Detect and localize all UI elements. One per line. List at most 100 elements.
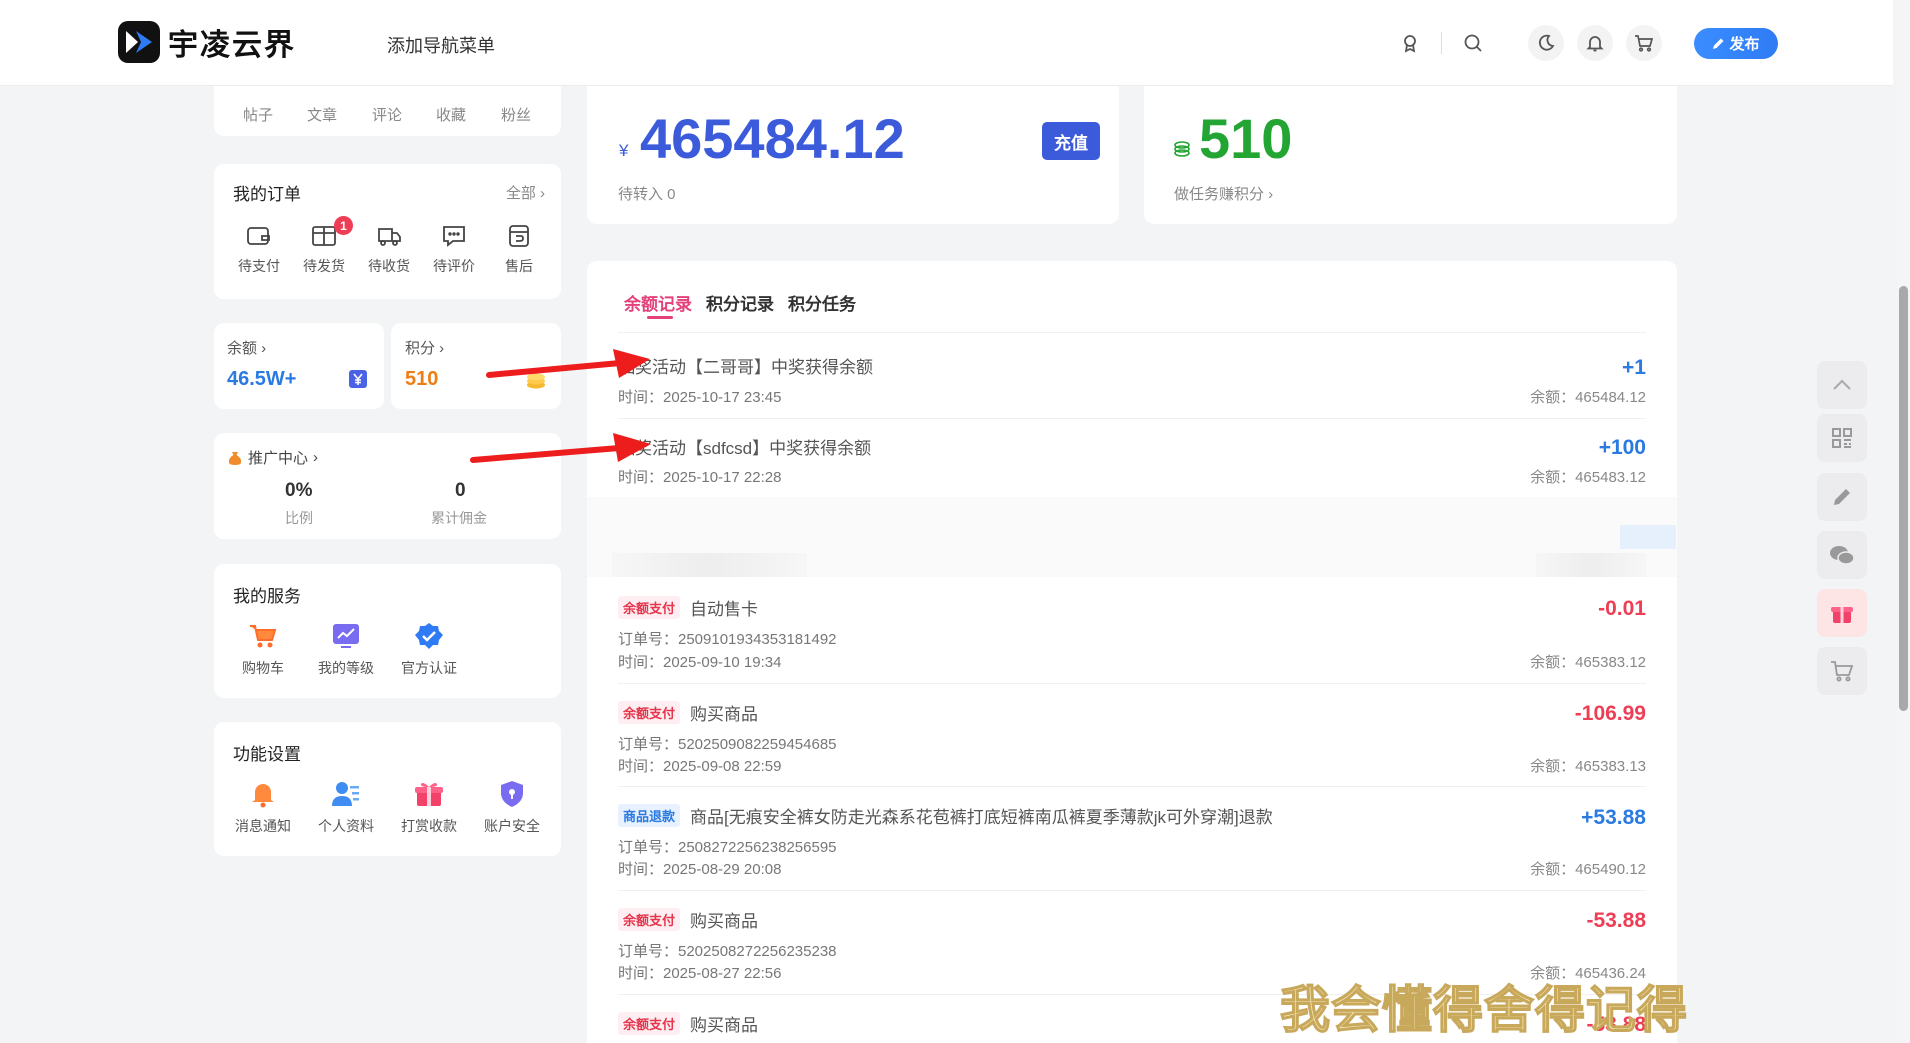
service-level[interactable]: 我的等级 bbox=[311, 622, 381, 678]
order-pending-review[interactable]: 待评价 bbox=[419, 224, 489, 276]
blurred-text bbox=[612, 553, 807, 577]
chevron-up-icon bbox=[1833, 379, 1851, 390]
order-pending-ship-label: 待发货 bbox=[303, 258, 345, 274]
tab-balance-records[interactable]: 余额记录 bbox=[624, 290, 692, 315]
package-icon bbox=[312, 226, 336, 246]
promo-ratio-label: 比例 bbox=[285, 510, 313, 526]
record-title: 余额支付 购买商品 bbox=[618, 1011, 758, 1036]
notification-bell-icon bbox=[252, 784, 274, 808]
edit-button[interactable] bbox=[1817, 473, 1867, 521]
settings-card: 功能设置 消息通知 个人资料 打赏收款 账户安全 bbox=[214, 722, 561, 856]
badge-icon[interactable] bbox=[1392, 25, 1428, 61]
bell-icon[interactable] bbox=[1577, 25, 1613, 61]
publish-label: 发布 bbox=[1729, 36, 1760, 53]
service-level-label: 我的等级 bbox=[318, 660, 374, 676]
mini-points-label: 积分 › bbox=[405, 340, 445, 357]
record-balance: 余额：465383.12 bbox=[1530, 654, 1646, 671]
logo-mark-icon bbox=[118, 21, 160, 63]
gift-button[interactable] bbox=[1817, 589, 1867, 637]
stat-favorites[interactable]: 收藏 bbox=[436, 104, 466, 125]
order-after-sale[interactable]: 售后 bbox=[484, 224, 554, 276]
record-amount: +100 bbox=[1598, 436, 1646, 459]
level-chart-icon bbox=[333, 624, 359, 648]
record-row: 抽奖活动【sdfcsd】中奖获得余额 时间：2025-10-17 22:28 +… bbox=[618, 418, 1646, 499]
stat-fans[interactable]: 粉丝 bbox=[501, 104, 531, 125]
tab-points-tasks[interactable]: 积分任务 bbox=[788, 290, 856, 315]
stat-articles[interactable]: 文章 bbox=[307, 104, 337, 125]
recharge-button[interactable]: 充值 bbox=[1042, 122, 1100, 160]
order-pending-receive[interactable]: 待收货 bbox=[354, 224, 424, 276]
wechat-button[interactable] bbox=[1817, 531, 1867, 579]
record-order-no: 订单号：2509101934353181492 bbox=[618, 631, 837, 648]
record-tag: 余额支付 bbox=[618, 701, 681, 724]
gift-icon bbox=[1831, 607, 1853, 623]
record-amount: -53.88 bbox=[1586, 909, 1646, 932]
watermark-text: 我会懂得舍得记得 bbox=[1279, 981, 1688, 1039]
verified-badge-icon bbox=[415, 623, 443, 649]
blurred-text bbox=[1536, 553, 1646, 577]
promotion-center-link[interactable]: 推广中心 › bbox=[227, 447, 318, 468]
gift-icon bbox=[415, 783, 443, 806]
site-logo[interactable]: 宇凌云界 bbox=[118, 20, 296, 64]
setting-tips[interactable]: 打赏收款 bbox=[394, 780, 464, 836]
service-cart[interactable]: 购物车 bbox=[228, 622, 298, 678]
record-balance: 余额：465490.12 bbox=[1530, 861, 1646, 878]
publish-button[interactable]: 发布 bbox=[1694, 28, 1778, 59]
shopping-cart-icon bbox=[250, 625, 277, 648]
qrcode-button[interactable] bbox=[1817, 414, 1867, 462]
record-tag: 余额支付 bbox=[618, 908, 681, 931]
scrollbar-thumb[interactable] bbox=[1899, 286, 1908, 711]
records-tabs: 余额记录 积分记录 积分任务 bbox=[624, 290, 856, 315]
order-pending-review-label: 待评价 bbox=[433, 258, 475, 274]
cart-icon[interactable] bbox=[1626, 25, 1662, 61]
record-order-no: 订单号：5202509082259454685 bbox=[618, 736, 837, 753]
setting-profile[interactable]: 个人资料 bbox=[311, 780, 381, 836]
yen-card-icon bbox=[349, 370, 367, 388]
mini-points-value: 510 bbox=[405, 368, 439, 390]
record-amount: -106.99 bbox=[1574, 702, 1646, 725]
earn-points-link[interactable]: 做任务赚积分 › bbox=[1174, 183, 1273, 204]
back-to-top-button[interactable] bbox=[1817, 361, 1867, 409]
record-time: 时间：2025-10-17 23:45 bbox=[618, 389, 782, 406]
service-verification-label: 官方认证 bbox=[401, 660, 457, 676]
active-tab-indicator bbox=[647, 316, 673, 319]
chat-icon bbox=[443, 226, 465, 247]
shield-icon bbox=[501, 781, 523, 807]
order-badge: 1 bbox=[334, 216, 353, 235]
coin-stack-icon bbox=[1174, 141, 1190, 157]
wechat-icon bbox=[1830, 546, 1855, 565]
record-title: 商品退款 商品[无痕安全裤女防走光森系花苞裤打底短裤南瓜裤夏季薄款jk可外穿潮]退… bbox=[618, 803, 1273, 828]
service-verification[interactable]: 官方认证 bbox=[394, 622, 464, 678]
setting-security[interactable]: 账户安全 bbox=[477, 780, 547, 836]
add-nav-menu-link[interactable]: 添加导航菜单 bbox=[387, 32, 495, 58]
record-balance: 余额：465483.12 bbox=[1530, 469, 1646, 486]
mini-balance-card[interactable]: 余额 › 46.5W+ bbox=[214, 323, 384, 409]
order-pending-pay-label: 待支付 bbox=[238, 258, 280, 274]
money-bag-icon bbox=[228, 451, 242, 465]
record-tag: 余额支付 bbox=[618, 596, 681, 619]
pencil-icon bbox=[1713, 38, 1724, 49]
record-title: 余额支付 自动售卡 bbox=[618, 595, 758, 620]
promo-commission-label: 累计佣金 bbox=[431, 510, 487, 526]
search-icon[interactable] bbox=[1455, 25, 1491, 61]
record-balance: 余额：465383.13 bbox=[1530, 758, 1646, 775]
order-pending-pay[interactable]: 待支付 bbox=[224, 224, 294, 276]
record-amount: +1 bbox=[1622, 356, 1646, 379]
stat-posts[interactable]: 帖子 bbox=[243, 104, 273, 125]
setting-notifications[interactable]: 消息通知 bbox=[228, 780, 298, 836]
record-time: 时间：2025-09-10 19:34 bbox=[618, 654, 782, 671]
orders-all-link[interactable]: 全部 › bbox=[506, 182, 545, 203]
setting-profile-label: 个人资料 bbox=[318, 818, 374, 834]
service-cart-label: 购物车 bbox=[242, 660, 284, 676]
cart-float-button[interactable] bbox=[1817, 647, 1867, 695]
stat-comments[interactable]: 评论 bbox=[372, 104, 402, 125]
header-divider bbox=[1441, 32, 1442, 54]
setting-tips-label: 打赏收款 bbox=[401, 818, 457, 834]
record-time: 时间：2025-08-29 20:08 bbox=[618, 861, 782, 878]
dark-mode-icon[interactable] bbox=[1528, 25, 1564, 61]
tab-points-records[interactable]: 积分记录 bbox=[706, 290, 774, 315]
pencil-icon bbox=[1834, 489, 1850, 505]
order-pending-ship[interactable]: 待发货 1 bbox=[289, 216, 359, 276]
cart-icon bbox=[1831, 661, 1854, 682]
pending-transfer: 待转入 0 bbox=[618, 186, 676, 203]
